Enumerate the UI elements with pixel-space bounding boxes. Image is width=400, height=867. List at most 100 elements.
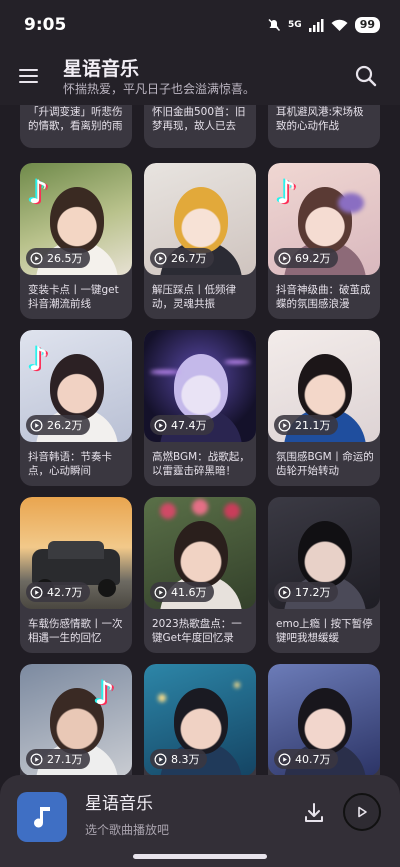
play-count: 26.5万 xyxy=(47,252,83,265)
playlist-card[interactable]: ♪ 26.5万 变装卡点丨一键get抖音潮流前线 xyxy=(20,163,132,319)
playlist-cover: 17.2万 xyxy=(268,497,380,609)
play-count-badge: 41.6万 xyxy=(150,582,214,602)
play-count: 42.7万 xyxy=(47,586,83,599)
home-indicator[interactable] xyxy=(133,854,267,859)
play-count-badge: 40.7万 xyxy=(274,749,338,769)
play-button[interactable] xyxy=(343,793,381,831)
play-count-badge: 27.1万 xyxy=(26,749,90,769)
battery-icon: 99 xyxy=(354,17,380,33)
playlist-card[interactable]: 17.2万 emo上瘾丨按下暂停键吧我想缓缓 xyxy=(268,497,380,653)
playlist-cover: ♪ 69.2万 xyxy=(268,163,380,275)
app-subtitle: 怀揣热爱，平凡日子也会溢满惊喜。 xyxy=(63,82,256,96)
playlist-grid: 「升调变速」听悲伤的情歌，看离别的雨 怀旧金曲500首：旧梦再现，故人已去 耳机… xyxy=(0,105,400,775)
player-subtitle: 选个歌曲播放吧 xyxy=(85,823,170,837)
play-circle-icon xyxy=(154,252,167,264)
playlist-card[interactable]: 8.3万 xyxy=(144,664,256,775)
playlist-title: 耳机避风港:宋场极致的心动作战 xyxy=(276,106,364,132)
tiktok-logo-icon: ♪ xyxy=(94,674,115,712)
play-count: 26.7万 xyxy=(171,252,207,265)
playlist-title: 抖音韩语：节奏卡点，心动瞬间 xyxy=(28,451,112,477)
playlist-card[interactable]: 40.7万 xyxy=(268,664,380,775)
play-count: 17.2万 xyxy=(295,586,331,599)
search-icon[interactable] xyxy=(353,63,379,89)
playlist-title: 变装卡点丨一键get抖音潮流前线 xyxy=(28,284,119,310)
download-icon[interactable] xyxy=(302,801,326,825)
playlist-cover: 42.7万 xyxy=(20,497,132,609)
play-count-badge: 26.5万 xyxy=(26,248,90,268)
playlist-card[interactable]: 47.4万 高燃BGM：战歌起，以雷霆击碎黑暗！ xyxy=(144,330,256,486)
playlist-title: 抖音神级曲：破茧成蝶的氛围感浪漫 xyxy=(276,284,371,310)
playlist-card[interactable]: 「升调变速」听悲伤的情歌，看离别的雨 xyxy=(20,105,132,148)
mute-icon xyxy=(268,18,281,32)
play-count-badge: 8.3万 xyxy=(150,749,207,769)
play-count: 69.2万 xyxy=(295,252,331,265)
playlist-title: emo上瘾丨按下暂停键吧我想缓缓 xyxy=(276,618,373,644)
playlist-title: 2023热歌盘点：一键Get年度回忆录 xyxy=(152,618,242,644)
status-time: 9:05 xyxy=(24,15,67,35)
play-count: 27.1万 xyxy=(47,753,83,766)
play-count-badge: 26.2万 xyxy=(26,415,90,435)
wifi-icon xyxy=(331,19,348,31)
playlist-title: 高燃BGM：战歌起，以雷霆击碎黑暗！ xyxy=(152,451,250,477)
playlist-card[interactable]: 怀旧金曲500首：旧梦再现，故人已去 xyxy=(144,105,256,148)
play-count: 26.2万 xyxy=(47,419,83,432)
play-circle-icon xyxy=(154,419,167,431)
playlist-card[interactable]: ♪ 69.2万 抖音神级曲：破茧成蝶的氛围感浪漫 xyxy=(268,163,380,319)
playlist-title: 解压踩点丨低频律动，灵魂共振 xyxy=(152,284,236,310)
play-count: 47.4万 xyxy=(171,419,207,432)
playlist-card[interactable]: 21.1万 氛围感BGM丨命运的齿轮开始转动 xyxy=(268,330,380,486)
tiktok-logo-icon: ♪ xyxy=(28,173,49,211)
playlist-card[interactable]: ♪ 26.2万 抖音韩语：节奏卡点，心动瞬间 xyxy=(20,330,132,486)
play-circle-icon xyxy=(278,753,291,765)
playlist-cover: ♪ 26.5万 xyxy=(20,163,132,275)
signal-icon xyxy=(308,18,324,32)
tiktok-logo-icon: ♪ xyxy=(276,173,297,211)
playlist-cover: ♪ 27.1万 xyxy=(20,664,132,775)
play-icon xyxy=(358,806,367,818)
playlist-cover: 21.1万 xyxy=(268,330,380,442)
play-count-badge: 21.1万 xyxy=(274,415,338,435)
player-cover xyxy=(17,792,67,842)
network-label: 5G xyxy=(288,20,302,30)
playlist-title: 氛围感BGM丨命运的齿轮开始转动 xyxy=(276,451,374,477)
playlist-cover: 41.6万 xyxy=(144,497,256,609)
play-count-badge: 47.4万 xyxy=(150,415,214,435)
playlist-cover: ♪ 26.2万 xyxy=(20,330,132,442)
playlist-card[interactable]: ♪ 27.1万 xyxy=(20,664,132,775)
player-title: 星语音乐 xyxy=(85,794,153,814)
playlist-title: 怀旧金曲500首：旧梦再现，故人已去 xyxy=(152,106,246,132)
playlist-card[interactable]: 42.7万 车载伤感情歌丨一次相遇一生的回忆 xyxy=(20,497,132,653)
play-circle-icon xyxy=(154,753,167,765)
status-bar: 9:05 5G 99 xyxy=(0,0,400,50)
playlist-cover: 47.4万 xyxy=(144,330,256,442)
play-circle-icon xyxy=(154,586,167,598)
play-count-badge: 26.7万 xyxy=(150,248,214,268)
play-count-badge: 17.2万 xyxy=(274,582,338,602)
playlist-card[interactable]: 耳机避风港:宋场极致的心动作战 xyxy=(268,105,380,148)
app-bar: 星语音乐 怀揣热爱，平凡日子也会溢满惊喜。 xyxy=(0,50,400,105)
play-count: 41.6万 xyxy=(171,586,207,599)
play-circle-icon xyxy=(30,419,43,431)
app-title: 星语音乐 xyxy=(63,58,140,80)
playlist-card[interactable]: 26.7万 解压踩点丨低频律动，灵魂共振 xyxy=(144,163,256,319)
play-count: 8.3万 xyxy=(171,753,200,766)
play-count-badge: 69.2万 xyxy=(274,248,338,268)
play-circle-icon xyxy=(30,252,43,264)
music-note-icon xyxy=(34,807,50,828)
status-icons: 5G 99 xyxy=(267,17,380,33)
playlist-cover: 26.7万 xyxy=(144,163,256,275)
play-count-badge: 42.7万 xyxy=(26,582,90,602)
playlist-card[interactable]: 41.6万 2023热歌盘点：一键Get年度回忆录 xyxy=(144,497,256,653)
play-circle-icon xyxy=(278,586,291,598)
playlist-cover: 8.3万 xyxy=(144,664,256,775)
playlist-title: 「升调变速」听悲伤的情歌，看离别的雨 xyxy=(28,106,123,132)
play-circle-icon xyxy=(30,586,43,598)
playlist-title: 车载伤感情歌丨一次相遇一生的回忆 xyxy=(28,618,123,644)
playlist-cover: 40.7万 xyxy=(268,664,380,775)
play-circle-icon xyxy=(30,753,43,765)
play-circle-icon xyxy=(278,252,291,264)
play-count: 21.1万 xyxy=(295,419,331,432)
play-circle-icon xyxy=(278,419,291,431)
play-count: 40.7万 xyxy=(295,753,331,766)
menu-icon[interactable] xyxy=(18,65,40,87)
